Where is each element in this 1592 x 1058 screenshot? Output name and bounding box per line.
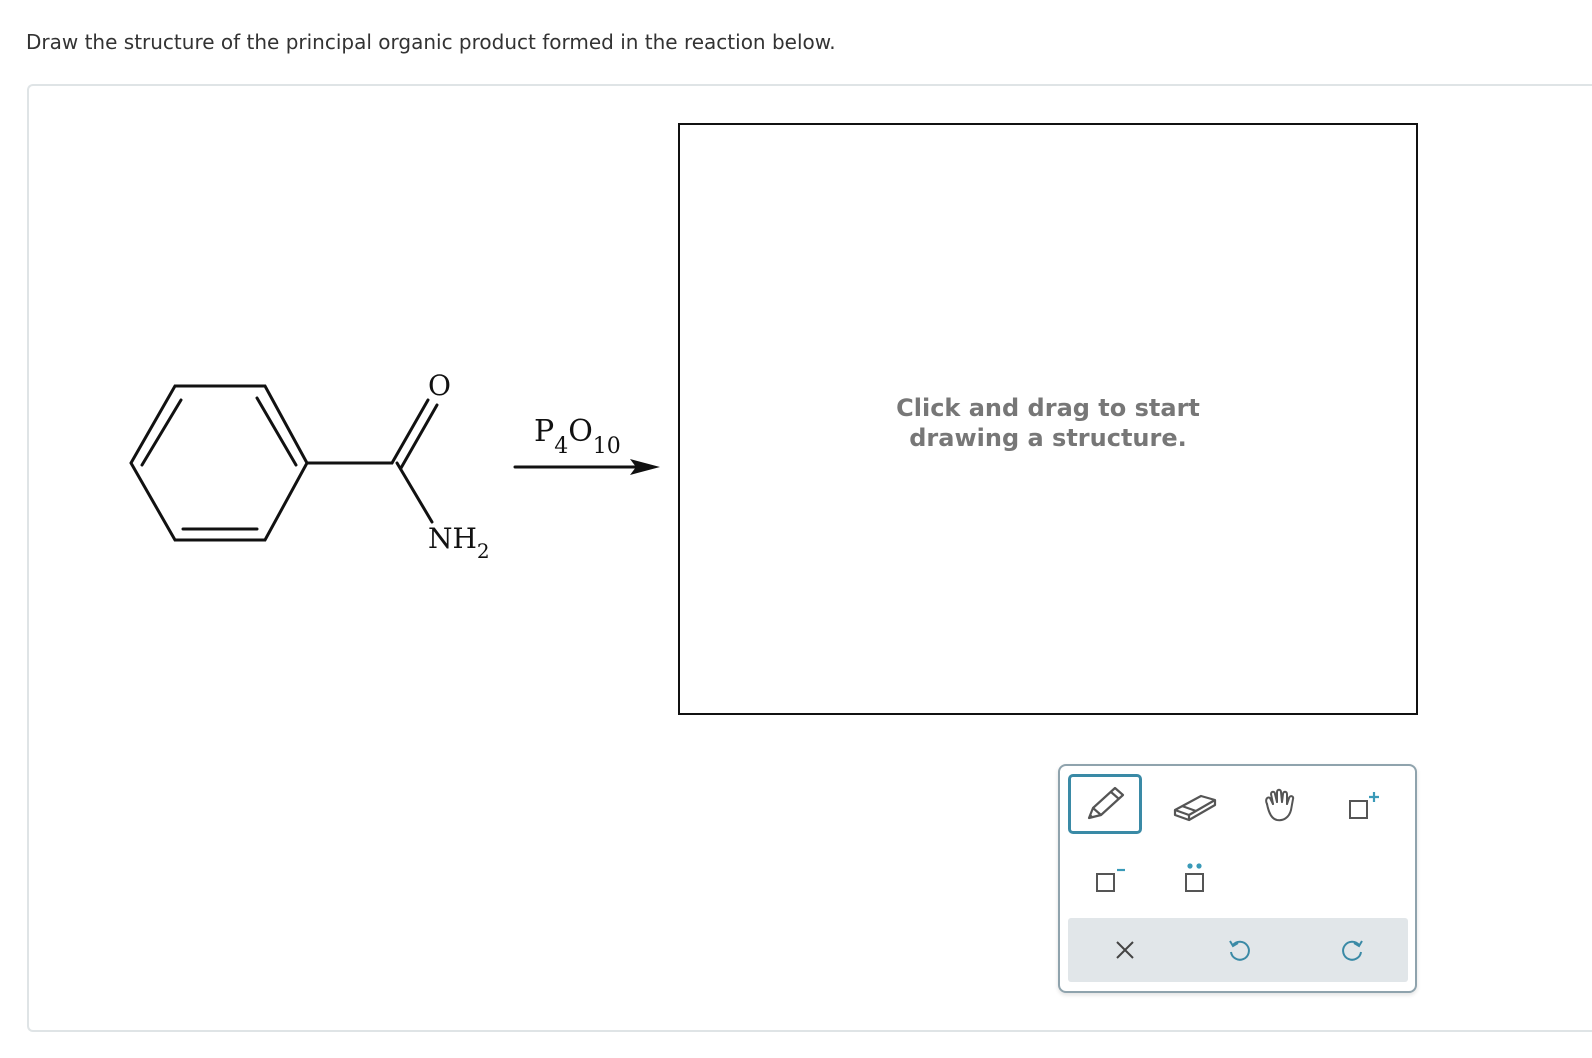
redo-button[interactable] bbox=[1318, 918, 1388, 982]
reagent-p: P bbox=[534, 414, 555, 449]
clear-icon bbox=[1116, 941, 1134, 959]
benzene-ring bbox=[129, 384, 309, 542]
drawing-toolbar bbox=[1058, 764, 1417, 993]
move-tool-button[interactable] bbox=[1245, 778, 1315, 834]
pencil-tool-button[interactable] bbox=[1068, 774, 1142, 834]
action-bar bbox=[1068, 918, 1408, 982]
lone-pair-icon bbox=[1185, 863, 1204, 892]
negative-charge-tool-button[interactable] bbox=[1068, 850, 1142, 906]
eraser-tool-button[interactable] bbox=[1160, 778, 1230, 834]
charge-plus-icon bbox=[1349, 792, 1379, 819]
redo-icon bbox=[1342, 940, 1363, 961]
reactant-structure bbox=[129, 384, 660, 542]
positive-charge-tool-button[interactable] bbox=[1330, 778, 1400, 834]
reagent-o-subscript: 10 bbox=[592, 434, 621, 459]
charge-minus-icon bbox=[1096, 868, 1125, 892]
lone-pair-tool-button[interactable] bbox=[1160, 850, 1230, 906]
canvas-hint-line1: Click and drag to start bbox=[896, 394, 1200, 422]
oxygen-label: O bbox=[428, 369, 451, 402]
amine-subscript: 2 bbox=[476, 539, 490, 563]
canvas-hint-line2: drawing a structure. bbox=[909, 424, 1187, 452]
hand-icon bbox=[1265, 788, 1295, 822]
reagent-label: P4O10 bbox=[534, 414, 621, 459]
eraser-icon bbox=[1173, 794, 1217, 822]
pencil-icon bbox=[1087, 786, 1125, 820]
reagent-p-subscript: 4 bbox=[554, 434, 569, 459]
canvas-hint: Click and drag to start drawing a struct… bbox=[680, 393, 1416, 453]
amine-label: NH2 bbox=[428, 522, 490, 563]
clear-button[interactable] bbox=[1090, 918, 1160, 982]
undo-button[interactable] bbox=[1204, 918, 1274, 982]
carbon-nitrogen-bond bbox=[395, 461, 434, 524]
drawing-canvas[interactable]: Click and drag to start drawing a struct… bbox=[678, 123, 1418, 715]
amine-main: NH bbox=[428, 522, 477, 555]
reagent-o: O bbox=[568, 414, 593, 449]
undo-icon bbox=[1229, 940, 1250, 961]
